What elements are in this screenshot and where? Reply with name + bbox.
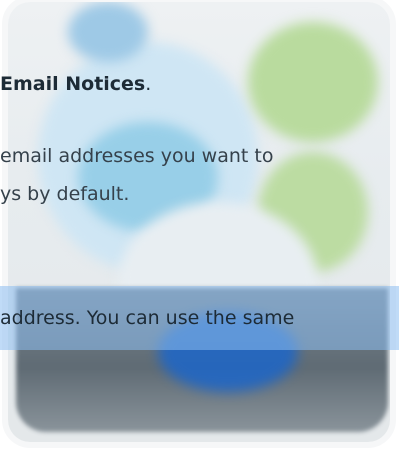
heading-bold: Email Notices	[0, 73, 146, 95]
graphic-blob	[68, 2, 148, 62]
highlighted-text: address. You can use the same	[0, 307, 295, 329]
paragraph-line-2: ys by default.	[0, 183, 130, 205]
screenshot-viewport: Email Notices. email addresses you want …	[0, 0, 399, 449]
heading-suffix: .	[145, 73, 152, 95]
globe-graphic	[8, 2, 390, 442]
paragraph-line-1: email addresses you want to	[0, 145, 274, 167]
graphic-blob	[248, 22, 378, 142]
section-heading: Email Notices.	[0, 72, 151, 96]
